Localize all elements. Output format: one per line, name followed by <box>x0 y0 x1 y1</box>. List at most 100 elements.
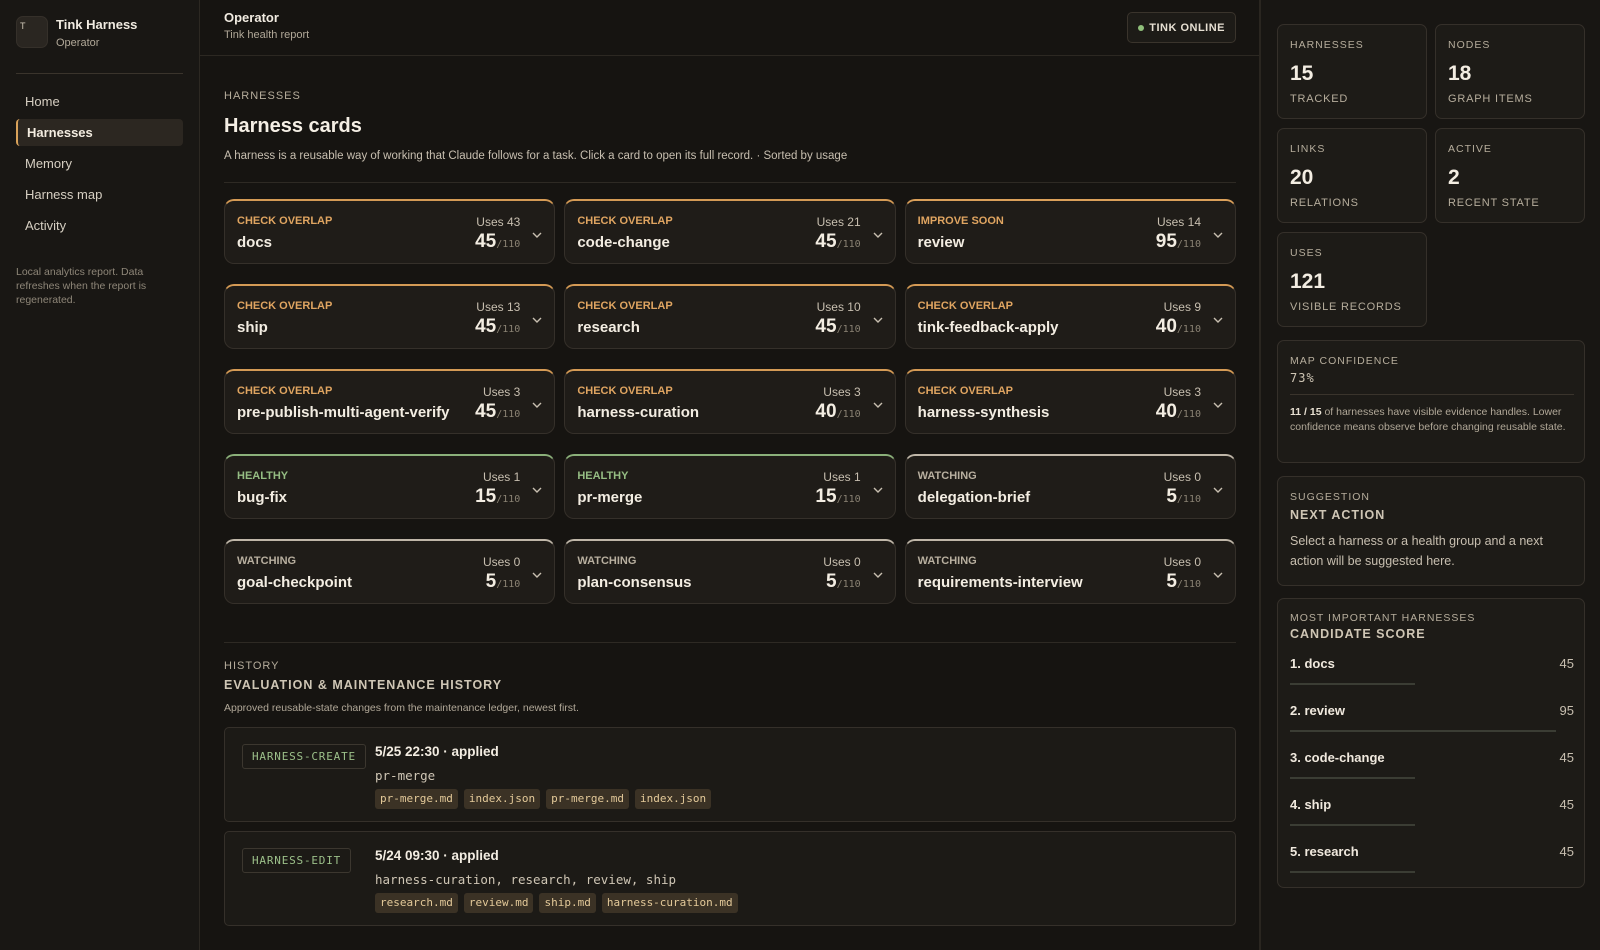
harness-card[interactable]: CHECK OVERLAP docs Uses 43 45/110 <box>224 199 556 264</box>
sidebar-item-harness-map[interactable]: Harness map <box>16 181 183 208</box>
card-score-value: 45 <box>475 231 497 252</box>
sidebar-item-home[interactable]: Home <box>16 88 183 115</box>
important-harness-item[interactable]: 4. ship 45 <box>1290 792 1574 839</box>
history-entry[interactable]: HARNESS-EDIT 5/24 09:30 · applied harness-… <box>224 831 1236 926</box>
history-tag: HARNESS-CREATE <box>242 744 366 769</box>
chevron-down-icon[interactable] <box>1212 398 1224 410</box>
important-harness-item[interactable]: 5. research 45 <box>1290 839 1574 886</box>
card-score-max: /110 <box>496 409 521 420</box>
sidebar-item-memory[interactable]: Memory <box>16 150 183 177</box>
chevron-down-icon[interactable] <box>872 568 884 580</box>
card-status-label: IMPROVE SOON <box>917 215 1004 227</box>
harness-card[interactable]: CHECK OVERLAP code-change Uses 21 45/110 <box>564 199 896 264</box>
card-uses-count: Uses 0 <box>1163 555 1201 569</box>
history-entry-targets: harness-curation, research, review, ship <box>375 872 677 887</box>
sidebar-item-harnesses[interactable]: Harnesses <box>16 119 183 146</box>
card-status-label: CHECK OVERLAP <box>577 300 673 312</box>
harness-card[interactable]: CHECK OVERLAP harness-synthesis Uses 3 40/1… <box>904 369 1236 434</box>
map-confidence-panel: MAP CONFIDENCE 73% 11 / 15 of harnesses … <box>1277 340 1585 463</box>
card-status-label: CHECK OVERLAP <box>577 215 673 227</box>
important-harness-name: 3. code-change <box>1290 750 1385 765</box>
card-uses-count: Uses 3 <box>1163 385 1201 399</box>
card-harness-name: goal-checkpoint <box>237 574 353 591</box>
file-chip: index.json <box>463 789 541 809</box>
card-status-label: WATCHING <box>917 555 977 567</box>
history-entry-heading: 5/25 22:30 · applied <box>375 744 499 759</box>
chevron-down-icon[interactable] <box>872 313 884 325</box>
status-dot-icon <box>1138 24 1145 31</box>
harness-card[interactable]: CHECK OVERLAP harness-curation Uses 3 40/11… <box>564 369 896 434</box>
card-uses-count: Uses 3 <box>482 385 521 399</box>
card-score-max: /110 <box>496 324 521 335</box>
card-score: 45/110 <box>475 231 520 253</box>
important-harness-item[interactable]: 3. code-change 45 <box>1290 745 1574 792</box>
history-tag: HARNESS-EDIT <box>242 848 352 873</box>
card-score: 45/110 <box>475 316 520 338</box>
harness-card[interactable]: CHECK OVERLAP pre-publish-multi-agent-ver… <box>224 369 556 434</box>
important-harness-item[interactable]: 1. docs 45 <box>1290 651 1574 698</box>
stat-label: HARNESSES <box>1290 39 1364 51</box>
chevron-down-icon[interactable] <box>872 483 884 495</box>
card-harness-name: harness-synthesis <box>917 404 1050 421</box>
history-file-list: research.md review.md ship.md harness-curat… <box>375 893 738 913</box>
card-uses-count: Uses 14 <box>1156 215 1201 229</box>
card-score: 40/110 <box>1156 316 1201 338</box>
stat-caption: GRAPH ITEMS <box>1448 93 1533 105</box>
history-divider <box>224 642 1236 643</box>
important-harness-name: 2. review <box>1290 703 1345 718</box>
harness-card[interactable]: CHECK OVERLAP research Uses 10 45/110 <box>564 284 896 349</box>
sidebar-item-activity[interactable]: Activity <box>16 212 183 239</box>
chevron-down-icon[interactable] <box>1212 228 1224 240</box>
harness-card[interactable]: WATCHING requirements-interview Uses 0 5/11… <box>904 539 1236 604</box>
card-status-label: WATCHING <box>577 555 637 567</box>
card-score-value: 15 <box>815 486 837 507</box>
card-harness-name: pr-merge <box>577 489 643 506</box>
chevron-down-icon[interactable] <box>1212 568 1224 580</box>
harness-card[interactable]: WATCHING delegation-brief Uses 0 5/110 <box>904 454 1236 519</box>
card-score-value: 45 <box>475 316 497 337</box>
chevron-down-icon[interactable] <box>872 398 884 410</box>
important-harness-score: 45 <box>1559 844 1574 859</box>
card-harness-name: pre-publish-multi-agent-verify <box>237 404 450 421</box>
harness-card[interactable]: CHECK OVERLAP tink-feedback-apply Uses 9 40… <box>904 284 1236 349</box>
card-uses-count: Uses 10 <box>816 300 861 314</box>
card-uses-count: Uses 0 <box>482 555 521 569</box>
chevron-down-icon[interactable] <box>1212 483 1224 495</box>
page-title: Operator <box>224 10 279 25</box>
card-score-value: 15 <box>475 486 497 507</box>
chevron-down-icon[interactable] <box>1212 313 1224 325</box>
chevron-down-icon[interactable] <box>531 313 543 325</box>
stat-value: 18 <box>1448 62 1472 85</box>
harness-card[interactable]: WATCHING goal-checkpoint Uses 0 5/110 <box>224 539 556 604</box>
important-harness-score: 95 <box>1559 703 1574 718</box>
chevron-down-icon[interactable] <box>531 568 543 580</box>
map-confidence-label: MAP CONFIDENCE <box>1290 355 1399 367</box>
chevron-down-icon[interactable] <box>531 228 543 240</box>
card-harness-name: delegation-brief <box>917 489 1031 506</box>
harness-card[interactable]: IMPROVE SOON review Uses 14 95/110 <box>904 199 1236 264</box>
harness-card[interactable]: HEALTHY bug-fix Uses 1 15/110 <box>224 454 556 519</box>
card-harness-name: plan-consensus <box>577 574 692 591</box>
important-harnesses-panel: MOST IMPORTANT HARNESSES CANDIDATE SCORE… <box>1277 598 1585 888</box>
card-status-label: WATCHING <box>917 470 977 482</box>
card-uses-count: Uses 1 <box>823 470 861 484</box>
chevron-down-icon[interactable] <box>531 398 543 410</box>
summary-panel: HARNESSES 15 TRACKED NODES 18 GRAPH ITEM… <box>1261 0 1600 950</box>
important-harness-item[interactable]: 2. review 95 <box>1290 698 1574 745</box>
card-score: 45/110 <box>475 401 520 423</box>
section-divider <box>224 182 1236 183</box>
harness-card[interactable]: CHECK OVERLAP ship Uses 13 45/110 <box>224 284 556 349</box>
score-bar-track <box>1290 777 1556 779</box>
card-status-label: CHECK OVERLAP <box>917 385 1013 397</box>
chevron-down-icon[interactable] <box>531 483 543 495</box>
card-score-value: 5 <box>1166 571 1177 592</box>
history-entry[interactable]: HARNESS-CREATE 5/25 22:30 · applied pr-mer… <box>224 727 1236 822</box>
important-harnesses-list: 1. docs 45 2. review 95 3. code-change 45 4. s… <box>1290 651 1574 886</box>
chevron-down-icon[interactable] <box>872 228 884 240</box>
card-score: 5/110 <box>1166 571 1201 593</box>
harness-card[interactable]: HEALTHY pr-merge Uses 1 15/110 <box>564 454 896 519</box>
important-harness-name: 5. research <box>1290 844 1359 859</box>
section-title: Harness cards <box>224 115 362 137</box>
suggestion-title: NEXT ACTION <box>1290 508 1386 522</box>
harness-card[interactable]: WATCHING plan-consensus Uses 0 5/110 <box>564 539 896 604</box>
